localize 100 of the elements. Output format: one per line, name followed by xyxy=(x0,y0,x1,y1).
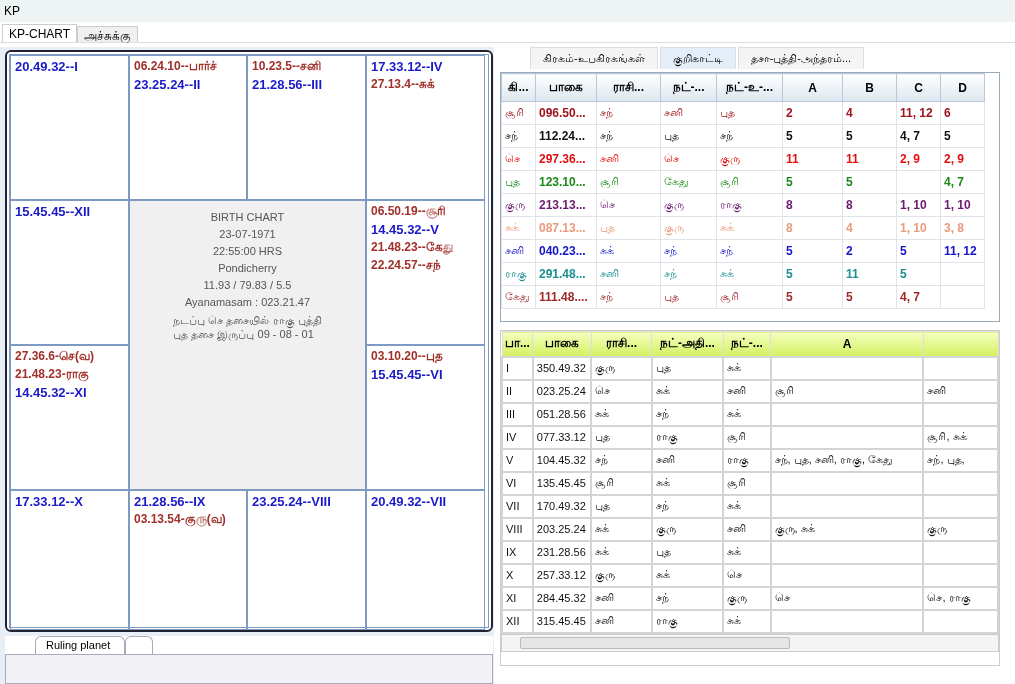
table-cell: VIII xyxy=(502,517,533,541)
table-cell xyxy=(896,170,941,194)
table-cell: 2, 9 xyxy=(896,147,941,171)
house-degree: 17.33.12--IV xyxy=(371,59,444,74)
table-cell: 5 xyxy=(940,124,985,148)
table-cell: கேது xyxy=(660,170,717,194)
table-cell: 5 xyxy=(842,124,897,148)
planet-degree: 21.48.23--கேது xyxy=(371,240,454,255)
column-header[interactable]: கி... xyxy=(501,73,536,102)
table-cell: குரு xyxy=(923,517,998,541)
tab[interactable]: கிரகம்-உபகிரகங்கள் xyxy=(530,47,658,69)
house-degree: 20.49.32--VII xyxy=(371,494,448,509)
table-cell: குரு xyxy=(660,216,717,240)
table-cell: கேது xyxy=(501,285,536,309)
table-cell: சந், புத, xyxy=(923,448,998,472)
column-header[interactable]: ராசி... xyxy=(596,73,661,102)
column-header[interactable]: நட்-... xyxy=(660,73,717,102)
table-cell: சுக் xyxy=(501,216,536,240)
tab[interactable] xyxy=(125,636,153,654)
planet-degree: 06.24.10--பார்ச் xyxy=(134,59,218,74)
table-cell: புத xyxy=(596,216,661,240)
table-cell: சுக் xyxy=(651,379,724,403)
chart-info-text: BIRTH CHART xyxy=(210,211,285,223)
dasa-text: புத தசை இருப்பு 09 - 08 - 01 xyxy=(173,328,315,341)
table-cell: 5 xyxy=(782,170,843,194)
table-cell: 203.25.24 xyxy=(532,517,592,541)
house-degree: 14.45.32--V xyxy=(371,222,440,237)
column-header[interactable]: பாகை xyxy=(535,73,597,102)
column-header[interactable]: ராசி... xyxy=(591,331,652,357)
table-cell: 11, 12 xyxy=(896,101,941,125)
column-header[interactable]: B xyxy=(842,73,897,102)
table-cell: 213.13... xyxy=(535,193,597,217)
table-cell: VI xyxy=(502,471,533,495)
table-cell: சந் xyxy=(660,262,717,286)
tab[interactable]: Ruling planet xyxy=(35,636,125,654)
column-header[interactable]: A xyxy=(770,331,924,357)
column-header[interactable]: நட்-... xyxy=(723,331,771,357)
table-cell: சந் xyxy=(651,586,724,610)
table-cell: 6 xyxy=(940,101,985,125)
planet-degree: 27.13.4--சுக் xyxy=(371,77,437,92)
table-cell: 2, 9 xyxy=(940,147,985,171)
table-cell: குரு xyxy=(723,586,771,610)
table-cell: 1, 10 xyxy=(896,193,941,217)
table-cell: குரு xyxy=(716,147,783,171)
table-cell: சூரி, சுக் xyxy=(923,425,998,449)
column-header[interactable]: D xyxy=(940,73,985,102)
table-cell: குரு xyxy=(501,193,536,217)
table-cell: 5 xyxy=(896,239,941,263)
table-cell: 11 xyxy=(842,147,897,171)
table-cell: புத xyxy=(660,124,717,148)
table-cell: 4 xyxy=(842,216,897,240)
table-cell: III xyxy=(502,402,533,426)
table-cell: புத xyxy=(501,170,536,194)
table-cell: 104.45.32 xyxy=(532,448,592,472)
column-header[interactable]: பா... xyxy=(502,331,533,357)
table-cell: IV xyxy=(502,425,533,449)
table-cell: புத xyxy=(716,101,783,125)
table-cell: சந், புத, சனி, ராகு, கேது xyxy=(770,448,924,472)
table-cell: சந் xyxy=(716,239,783,263)
table-cell: 2 xyxy=(782,101,843,125)
tab[interactable]: அச்சுக்கு xyxy=(77,26,139,42)
tab[interactable]: தசா-புத்தி-அந்தரம்... xyxy=(737,47,865,69)
table-cell: குரு xyxy=(660,193,717,217)
table-cell: சனி xyxy=(501,239,536,263)
column-header[interactable]: C xyxy=(896,73,941,102)
table-cell: 4 xyxy=(842,101,897,125)
table-cell: 5 xyxy=(782,262,843,286)
table-cell xyxy=(940,285,985,309)
table-cell: சந் xyxy=(501,124,536,148)
table-cell: 135.45.45 xyxy=(532,471,592,495)
table-cell: 4, 7 xyxy=(896,124,941,148)
column-header[interactable]: நட்-உ-... xyxy=(716,73,783,102)
column-header[interactable]: நட்-அதி... xyxy=(651,331,724,357)
table-cell: 5 xyxy=(782,285,843,309)
table-cell: 051.28.56 xyxy=(532,402,592,426)
table-cell: சூரி xyxy=(501,101,536,125)
table-cell: செ xyxy=(501,147,536,171)
house-degree: 14.45.32--XI xyxy=(15,385,88,400)
table-cell xyxy=(940,262,985,286)
planet-degree: 03.13.54-குரு(வ) xyxy=(134,512,227,527)
table-cell: சூரி xyxy=(591,471,652,495)
column-header[interactable]: A xyxy=(782,73,843,102)
table-cell: புத xyxy=(651,356,724,380)
table-cell: 231.28.56 xyxy=(532,540,592,564)
table-cell: புத xyxy=(591,494,652,518)
table-cell: ராகு xyxy=(716,193,783,217)
table-cell: சந் xyxy=(660,239,717,263)
tab[interactable]: குறிகாட்டி xyxy=(659,47,736,69)
table-cell: 023.25.24 xyxy=(532,379,592,403)
house-degree: 23.25.24--II xyxy=(134,77,202,92)
table-cell: சனி xyxy=(651,448,724,472)
table-cell: குரு, சுக் xyxy=(770,517,924,541)
tab[interactable]: KP-CHART xyxy=(2,24,78,42)
table-cell: சுக் xyxy=(723,540,771,564)
table-cell: ராகு xyxy=(651,425,724,449)
column-header[interactable]: பாகை xyxy=(532,331,592,357)
table-cell: சுக் xyxy=(651,471,724,495)
table-cell: சுக் xyxy=(723,356,771,380)
table-cell: ராகு xyxy=(651,609,724,633)
chart-info-text: Pondicherry xyxy=(218,262,277,274)
